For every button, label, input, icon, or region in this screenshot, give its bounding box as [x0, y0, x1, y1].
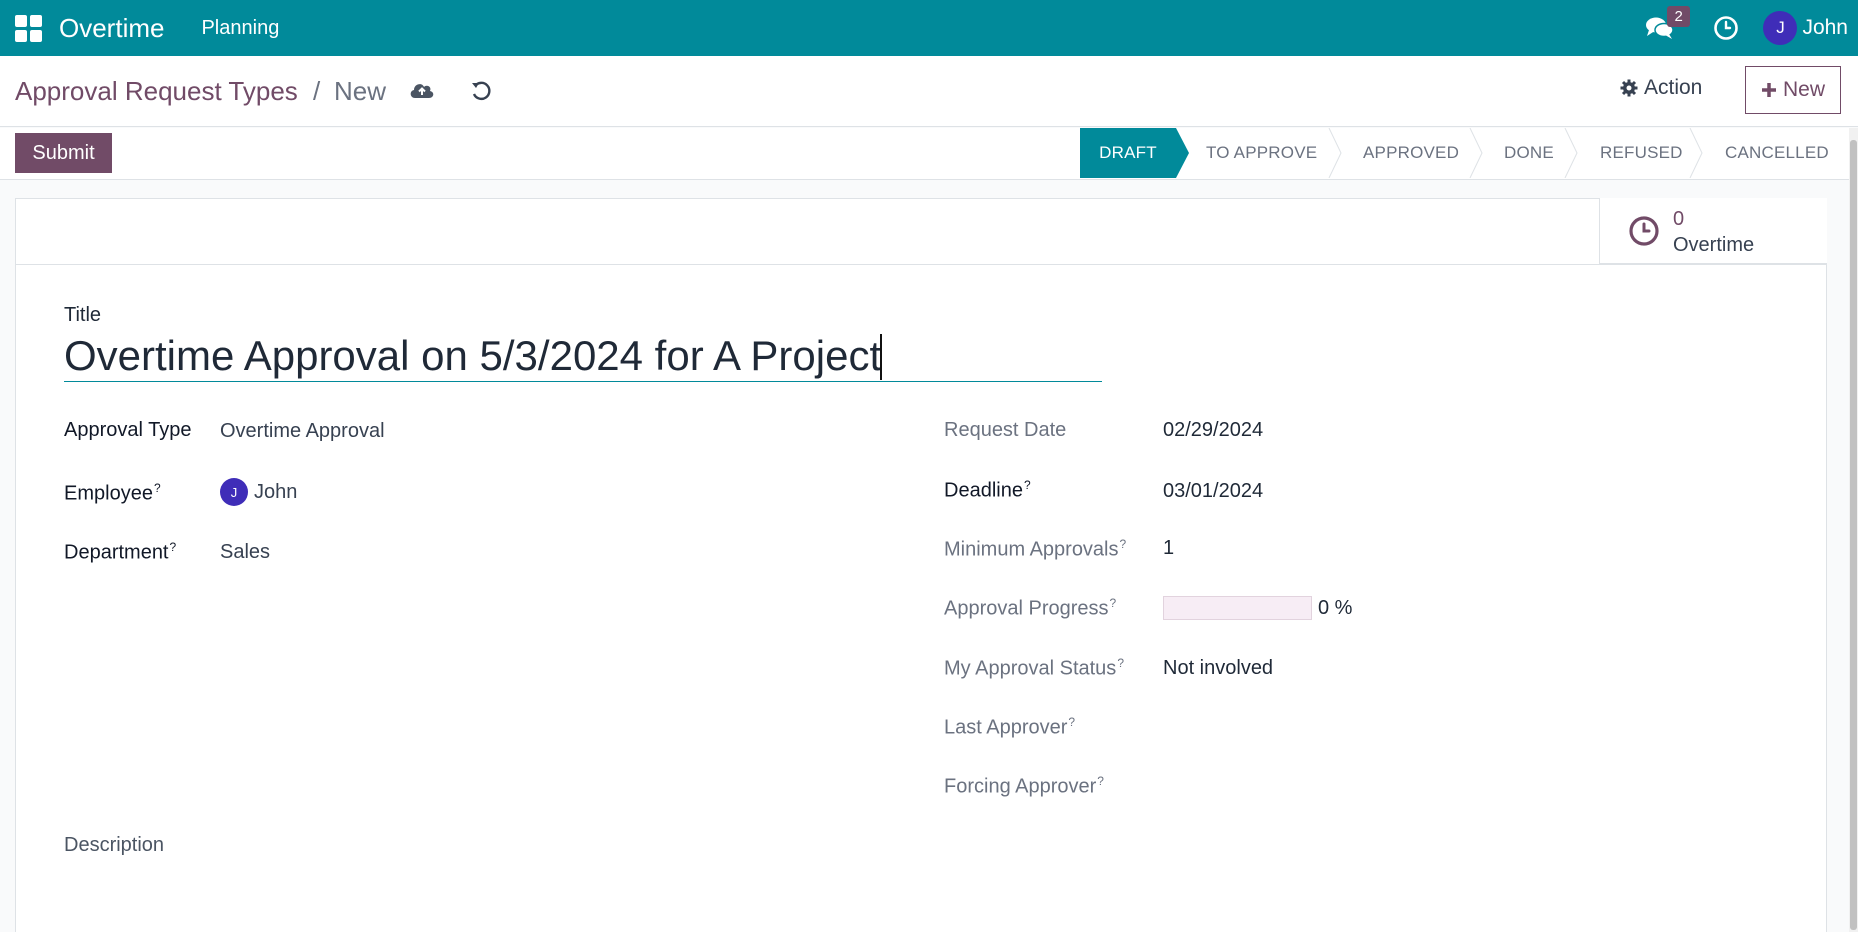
- my-approval-status-field: Not involved: [1163, 657, 1274, 679]
- cloud-upload-icon[interactable]: [409, 80, 435, 100]
- user-name[interactable]: John: [1802, 16, 1848, 40]
- approval-progress-bar: [1163, 596, 1312, 620]
- stage-draft[interactable]: DRAFT: [1080, 128, 1176, 178]
- title-input[interactable]: [64, 330, 1102, 382]
- messages-count-badge: 2: [1667, 6, 1690, 27]
- employee-field[interactable]: John: [254, 481, 297, 504]
- approval-type-field[interactable]: Overtime Approval: [220, 420, 385, 443]
- smart-button-count: 0: [1673, 208, 1685, 230]
- request-date-label: Request Date: [944, 419, 1067, 441]
- stage-cancelled[interactable]: CANCELLED: [1725, 128, 1829, 178]
- my-approval-status-label: My Approval Status?: [944, 656, 1124, 680]
- breadcrumb-parent[interactable]: Approval Request Types: [15, 76, 298, 107]
- form-statusbar: Submit DRAFT TO APPROVE APPROVED DONE RE…: [0, 128, 1858, 180]
- last-approver-label: Last Approver?: [944, 715, 1076, 739]
- stage-refused[interactable]: REFUSED: [1600, 128, 1683, 178]
- approval-type-label: Approval Type: [64, 419, 192, 441]
- submit-button[interactable]: Submit: [15, 133, 112, 173]
- messages-button[interactable]: 2: [1645, 0, 1690, 56]
- action-button[interactable]: Action: [1620, 76, 1702, 100]
- stage-separator-chevron: [1564, 128, 1578, 178]
- employee-label: Employee?: [64, 481, 161, 505]
- stage-done[interactable]: DONE: [1504, 128, 1554, 178]
- activity-clock-icon[interactable]: [1713, 15, 1739, 41]
- request-date-field[interactable]: 02/29/2024: [1163, 419, 1263, 442]
- deadline-label: Deadline?: [944, 478, 1031, 502]
- stage-to-approve[interactable]: TO APPROVE: [1206, 128, 1317, 178]
- stage-draft-arrow: [1176, 128, 1189, 178]
- gear-icon: [1620, 79, 1638, 97]
- scrollbar-thumb[interactable]: [1850, 140, 1857, 930]
- stage-separator-chevron: [1689, 128, 1703, 178]
- button-box-divider: [15, 264, 1827, 265]
- text-caret: [880, 334, 882, 380]
- control-panel: Approval Request Types / New Action New: [0, 56, 1858, 127]
- deadline-field[interactable]: 03/01/2024: [1163, 480, 1263, 503]
- stage-separator-chevron: [1328, 128, 1342, 178]
- undo-icon[interactable]: [470, 80, 492, 102]
- user-avatar[interactable]: J: [1763, 11, 1798, 45]
- department-field[interactable]: Sales: [220, 541, 270, 564]
- title-label: Title: [64, 304, 102, 326]
- plus-icon: [1761, 83, 1776, 97]
- form-sheet: [15, 198, 1827, 932]
- new-record-button[interactable]: New: [1745, 66, 1841, 114]
- action-label: Action: [1644, 76, 1703, 99]
- app-name[interactable]: Overtime: [59, 13, 164, 44]
- navbar-systray: 2 J John: [1645, 0, 1858, 56]
- minimum-approvals-label: Minimum Approvals?: [944, 537, 1127, 561]
- new-label: New: [1782, 78, 1825, 101]
- menu-planning[interactable]: Planning: [201, 17, 279, 40]
- breadcrumb-separator: /: [313, 76, 321, 106]
- forcing-approver-label: Forcing Approver?: [944, 774, 1104, 798]
- top-navbar: Overtime Planning 2 J John: [0, 0, 1858, 56]
- smart-button-label: Overtime: [1673, 234, 1755, 256]
- breadcrumb-current: New: [334, 76, 387, 106]
- minimum-approvals-field: 1: [1163, 537, 1175, 559]
- app-menu-grid-icon[interactable]: [13, 13, 43, 43]
- stage-approved[interactable]: APPROVED: [1363, 128, 1459, 178]
- clock-icon: [1629, 216, 1659, 246]
- stage-separator-chevron: [1469, 128, 1483, 178]
- department-label: Department?: [64, 540, 177, 564]
- description-label: Description: [64, 834, 165, 856]
- employee-avatar: J: [220, 478, 248, 506]
- approval-progress-label: Approval Progress?: [944, 596, 1117, 620]
- approval-progress-value: 0 %: [1318, 597, 1353, 619]
